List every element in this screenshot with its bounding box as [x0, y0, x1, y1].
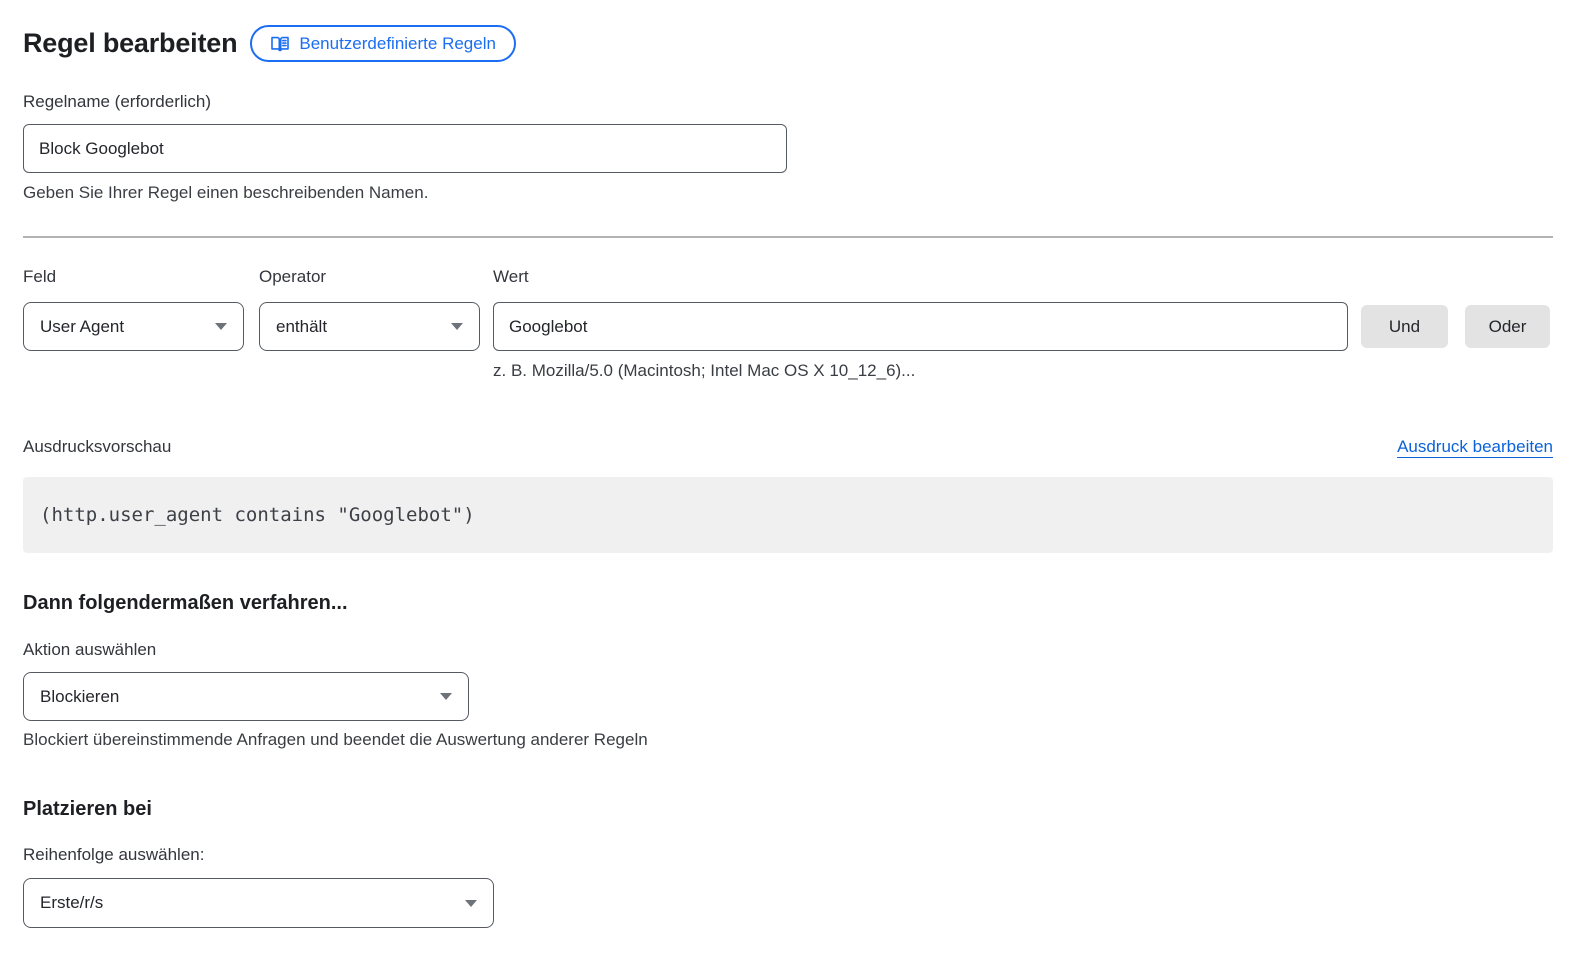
action-select[interactable]: Blockieren: [23, 672, 469, 721]
field-select-value: User Agent: [40, 317, 124, 337]
or-button[interactable]: Oder: [1465, 305, 1550, 348]
rule-editor-page: Regel bearbeiten Benutzerdefinierte Rege…: [0, 0, 1570, 968]
open-book-icon: [270, 34, 290, 54]
rule-name-help: Geben Sie Ihrer Regel einen beschreibend…: [23, 183, 1553, 203]
expression-header: Ausdrucksvorschau Ausdruck bearbeiten: [23, 437, 1553, 457]
rule-name-section: Regelname (erforderlich) Geben Sie Ihrer…: [23, 92, 1553, 203]
chevron-down-icon: [465, 900, 477, 907]
chevron-down-icon: [451, 323, 463, 330]
expression-preview-code: (http.user_agent contains "Googlebot"): [23, 477, 1553, 553]
expression-preview-label: Ausdrucksvorschau: [23, 437, 171, 457]
condition-row: Feld User Agent Operator enthält Wert z.…: [23, 267, 1553, 381]
value-label: Wert: [493, 267, 1348, 287]
operator-select[interactable]: enthält: [259, 302, 480, 351]
order-label: Reihenfolge auswählen:: [23, 845, 1553, 865]
rule-name-label: Regelname (erforderlich): [23, 92, 1553, 112]
action-heading: Dann folgendermaßen verfahren...: [23, 592, 1553, 615]
field-label: Feld: [23, 267, 244, 287]
operator-label: Operator: [259, 267, 480, 287]
value-group: Wert z. B. Mozilla/5.0 (Macintosh; Intel…: [493, 267, 1348, 381]
section-divider: [23, 236, 1553, 238]
value-help: z. B. Mozilla/5.0 (Macintosh; Intel Mac …: [493, 361, 1348, 381]
action-label: Aktion auswählen: [23, 640, 1553, 660]
expression-section: Ausdrucksvorschau Ausdruck bearbeiten (h…: [23, 437, 1553, 553]
operator-select-value: enthält: [276, 317, 327, 337]
placement-heading: Platzieren bei: [23, 798, 1553, 821]
header: Regel bearbeiten Benutzerdefinierte Rege…: [23, 25, 1553, 62]
custom-rules-badge-label: Benutzerdefinierte Regeln: [299, 34, 496, 54]
order-select-value: Erste/r/s: [40, 893, 103, 913]
chevron-down-icon: [215, 323, 227, 330]
action-section: Dann folgendermaßen verfahren... Aktion …: [23, 592, 1553, 750]
page-title: Regel bearbeiten: [23, 28, 237, 59]
placement-section: Platzieren bei Reihenfolge auswählen: Er…: [23, 798, 1553, 928]
and-button[interactable]: Und: [1361, 305, 1448, 348]
order-select[interactable]: Erste/r/s: [23, 878, 494, 928]
edit-expression-link[interactable]: Ausdruck bearbeiten: [1397, 437, 1553, 457]
action-select-value: Blockieren: [40, 687, 119, 707]
field-select[interactable]: User Agent: [23, 302, 244, 351]
value-input[interactable]: [493, 302, 1348, 351]
logic-buttons: Und Oder: [1361, 305, 1550, 348]
rule-name-input[interactable]: [23, 124, 787, 173]
field-group: Feld User Agent: [23, 267, 244, 351]
action-help: Blockiert übereinstimmende Anfragen und …: [23, 730, 1553, 750]
chevron-down-icon: [440, 693, 452, 700]
operator-group: Operator enthält: [259, 267, 480, 351]
custom-rules-badge-button[interactable]: Benutzerdefinierte Regeln: [250, 25, 516, 62]
